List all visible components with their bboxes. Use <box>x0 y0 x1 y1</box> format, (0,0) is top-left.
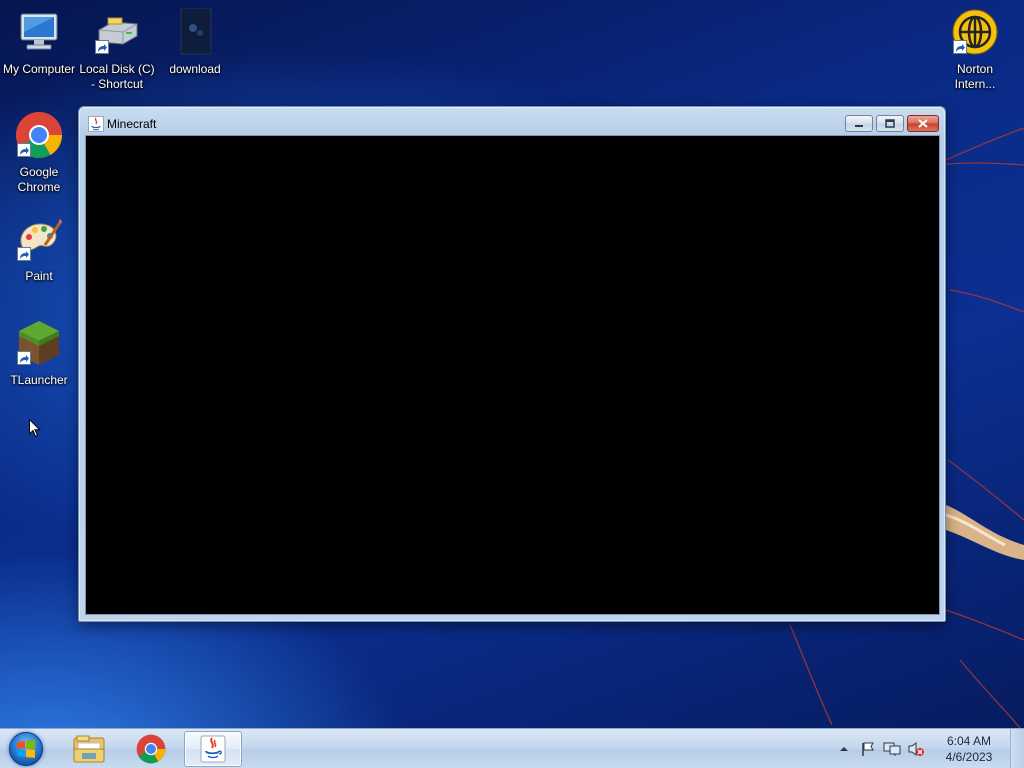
action-center-button[interactable] <box>859 740 877 758</box>
network-button[interactable] <box>883 740 901 758</box>
shortcut-arrow-icon <box>95 40 109 54</box>
taskbar-item-windows-explorer[interactable] <box>60 731 118 767</box>
mouse-cursor-icon <box>29 419 41 438</box>
desktop-icon-label: My Computer <box>2 62 76 76</box>
taskbar-item-java-minecraft[interactable] <box>184 731 242 767</box>
desktop-icon-download[interactable]: download <box>156 7 234 77</box>
taskbar-clock[interactable]: 6:04 AM 4/6/2023 <box>934 733 1004 765</box>
chrome-icon <box>15 111 63 159</box>
grass-block-icon <box>15 319 63 367</box>
shortcut-arrow-icon <box>953 40 967 54</box>
taskbar: 6:04 AM 4/6/2023 <box>0 728 1024 768</box>
java-icon <box>200 735 226 763</box>
desktop-icon-google-chrome[interactable]: Google Chrome <box>0 111 78 195</box>
desktop-icon-label: Paint <box>25 269 53 283</box>
minimize-button[interactable] <box>845 115 873 132</box>
desktop-icon-label: Norton Intern... <box>954 62 996 91</box>
desktop-icon-paint[interactable]: Paint <box>0 215 78 284</box>
action-center-flag-icon <box>862 742 874 756</box>
drive-icon <box>93 8 141 56</box>
volume-muted-icon <box>908 742 924 756</box>
shortcut-arrow-icon <box>17 247 31 261</box>
folder-icon <box>73 735 105 763</box>
paint-palette-icon <box>15 215 63 263</box>
show-hidden-icons-icon <box>840 747 848 751</box>
close-icon <box>918 119 928 128</box>
show-hidden-icons-button[interactable] <box>835 740 853 758</box>
network-icon <box>883 742 901 756</box>
maximize-button[interactable] <box>876 115 904 132</box>
desktop-icon-norton[interactable]: Norton Intern... <box>936 8 1014 92</box>
desktop-icon-label: Google Chrome <box>17 165 61 194</box>
shortcut-arrow-icon <box>17 143 31 157</box>
maximize-icon <box>885 119 895 128</box>
minimize-icon <box>855 124 863 127</box>
chrome-icon <box>136 734 166 764</box>
java-icon <box>88 116 104 132</box>
desktop-icon-my-computer[interactable]: My Computer <box>0 8 78 77</box>
window-controls <box>845 115 939 132</box>
system-tray: 6:04 AM 4/6/2023 <box>832 729 1024 768</box>
desktop-icon-label: Local Disk (C) - Shortcut <box>79 62 155 91</box>
taskbar-item-google-chrome[interactable] <box>122 731 180 767</box>
clock-date: 4/6/2023 <box>945 750 993 764</box>
desktop-icon-label: download <box>169 62 221 76</box>
minecraft-window[interactable]: Minecraft <box>78 106 946 622</box>
game-canvas[interactable] <box>85 135 940 615</box>
close-button[interactable] <box>907 115 939 132</box>
desktop-icon-local-disk-shortcut[interactable]: Local Disk (C) - Shortcut <box>78 8 156 92</box>
image-file-icon <box>171 7 219 56</box>
desktop-icon-label: TLauncher <box>10 373 68 387</box>
windows-logo-icon <box>9 732 43 766</box>
computer-icon <box>15 8 63 56</box>
shortcut-arrow-icon <box>17 351 31 365</box>
globe-icon <box>951 8 999 56</box>
clock-time: 6:04 AM <box>946 734 992 748</box>
volume-button[interactable] <box>907 740 925 758</box>
desktop-icon-tlauncher[interactable]: TLauncher <box>0 319 78 388</box>
start-button[interactable] <box>6 730 46 768</box>
window-title: Minecraft <box>107 117 157 131</box>
show-desktop-button[interactable] <box>1010 729 1024 768</box>
